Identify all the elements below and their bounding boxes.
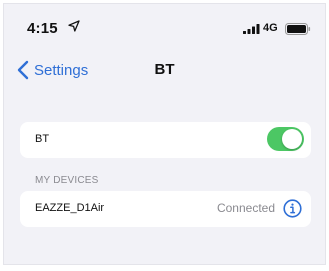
network-type-label: 4G bbox=[263, 22, 278, 34]
location-arrow-icon bbox=[68, 20, 80, 32]
battery-icon bbox=[285, 23, 311, 35]
device-name: EAZZE_D1Air bbox=[35, 202, 105, 214]
status-time: 4:15 bbox=[27, 20, 58, 37]
page-title: BT bbox=[154, 61, 175, 78]
navigation-bar: Settings BT bbox=[4, 50, 325, 92]
bluetooth-toggle[interactable] bbox=[267, 127, 304, 151]
cellular-signal-icon bbox=[243, 24, 260, 34]
toggle-knob bbox=[282, 129, 302, 149]
bluetooth-label: BT bbox=[35, 133, 50, 145]
bluetooth-toggle-cell: BT bbox=[20, 122, 311, 158]
device-status: Connected bbox=[216, 201, 275, 215]
bt-settings-screen: 4:15 4G Settings BT BT MY DEVICES EAZZE_… bbox=[3, 3, 326, 265]
status-bar: 4:15 4G bbox=[4, 4, 325, 50]
info-icon[interactable] bbox=[283, 199, 302, 218]
my-devices-list: EAZZE_D1Air Connected bbox=[20, 191, 311, 227]
my-devices-header: MY DEVICES bbox=[35, 175, 99, 186]
device-row[interactable]: EAZZE_D1Air Connected bbox=[20, 191, 311, 227]
